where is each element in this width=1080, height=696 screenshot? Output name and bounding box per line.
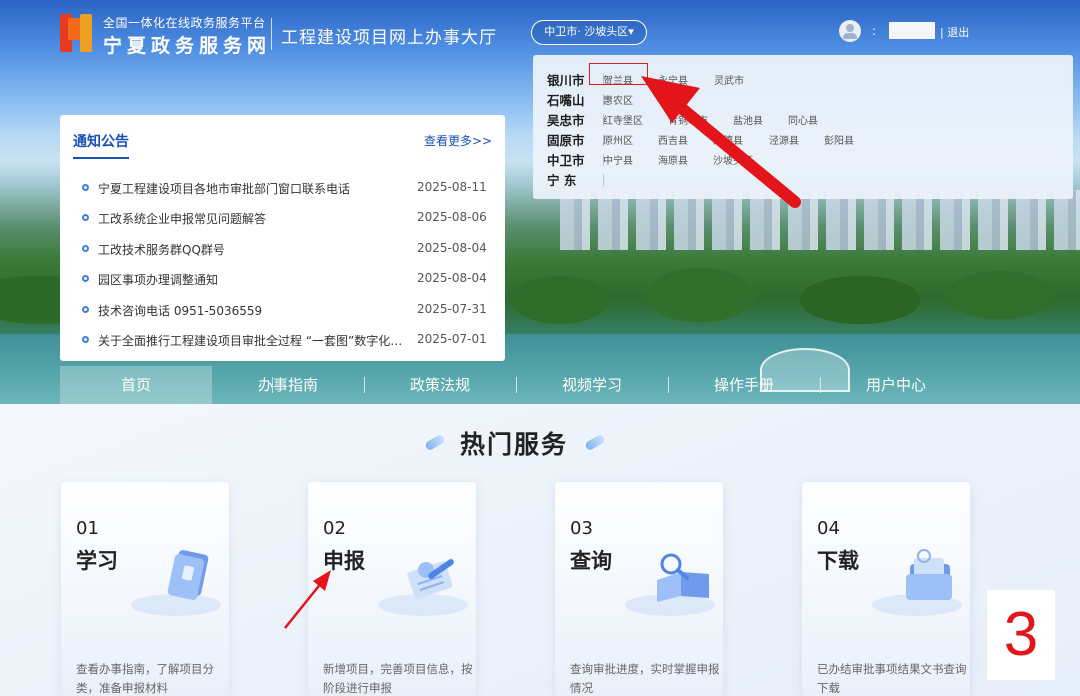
bullet-icon — [82, 275, 89, 282]
bullet-icon — [82, 336, 89, 343]
card-description: 查看办事指南，了解项目分类，准备申报材料 — [76, 662, 214, 695]
region-dropdown: 银川市 贺兰县 永宁县 灵武市 石嘴山 惠农区 平罗县 吴忠市 红寺堡区 青铜峡… — [533, 55, 1073, 199]
region-county[interactable]: 泾源县 — [769, 132, 799, 147]
folder-download-icon — [906, 549, 952, 600]
bullet-icon — [82, 214, 89, 221]
user-colon: : — [872, 24, 877, 38]
service-card-apply[interactable]: 02 申报 新增项目，完善项目信息，按阶段进行申报 — [308, 482, 476, 696]
region-county[interactable]: 灵武市 — [714, 72, 744, 87]
logo-title[interactable]: 宁夏政务服务网 — [103, 31, 271, 58]
service-card-download[interactable]: 04 下载 已办结审批事项结果文书查询下载 — [802, 482, 970, 696]
card-number: 02 — [323, 518, 346, 539]
region-divider — [603, 174, 604, 186]
nav-manual[interactable]: 操作手册 — [668, 366, 820, 404]
notice-item[interactable]: 园区事项办理调整通知 2025-08-04 — [82, 269, 492, 289]
notice-title: 通知公告 — [73, 134, 129, 150]
region-county[interactable]: 隆德县 — [713, 132, 743, 147]
notice-item-date: 2025-07-31 — [417, 302, 487, 316]
nav-video[interactable]: 视频学习 — [516, 366, 668, 404]
card-number: 01 — [76, 518, 99, 539]
notice-title-underline — [73, 157, 129, 159]
service-card-query[interactable]: 03 查询 查询审批进度，实时掌握申报情况 — [555, 482, 723, 696]
region-county[interactable]: 盐池县 — [733, 112, 763, 127]
region-county[interactable]: 彭阳县 — [824, 132, 854, 147]
nav-home[interactable]: 首页 — [60, 366, 212, 404]
card-title: 下载 — [817, 549, 859, 573]
region-county[interactable]: 中宁县 — [603, 152, 633, 167]
region-county[interactable]: 西吉县 — [658, 132, 688, 147]
main-nav: 首页 办事指南 政策法规 视频学习 操作手册 用户中心 — [60, 366, 1080, 404]
notice-item[interactable]: 宁夏工程建设项目各地市审批部门窗口联系电话 2025-08-11 — [82, 178, 492, 198]
card-description: 查询审批进度，实时掌握申报情况 — [570, 662, 720, 695]
region-county[interactable]: 原州区 — [603, 132, 633, 147]
nav-guide[interactable]: 办事指南 — [212, 366, 364, 404]
region-city[interactable]: 吴忠市 — [547, 110, 585, 129]
card-number: 03 — [570, 518, 593, 539]
notice-item-date: 2025-08-04 — [417, 241, 487, 255]
notice-item-date: 2025-08-04 — [417, 271, 487, 285]
notice-more-link[interactable]: 查看更多>> — [424, 132, 492, 149]
section-title: 热门服务 — [460, 430, 569, 459]
region-city[interactable]: 固原市 — [547, 130, 585, 149]
notice-item[interactable]: 工改系统企业申报常见问题解答 2025-08-06 — [82, 208, 492, 228]
service-card-learn[interactable]: 01 学习 查看办事指南，了解项目分类，准备申报材料 — [61, 482, 229, 696]
region-county[interactable]: 青铜峡市 — [668, 112, 708, 127]
notice-item-text[interactable]: 工改技术服务群QQ群号 — [98, 241, 408, 258]
notice-item-text[interactable]: 园区事项办理调整通知 — [98, 271, 408, 288]
region-county[interactable]: 平罗县 — [658, 92, 688, 107]
notice-item-text[interactable]: 技术咨询电话 0951-5036559 — [98, 302, 408, 319]
book-icon — [167, 550, 209, 600]
notice-item-text[interactable]: 宁夏工程建设项目各地市审批部门窗口联系电话 — [98, 180, 408, 197]
bullet-icon — [82, 184, 89, 191]
region-county[interactable]: 沙坡头区 — [713, 152, 753, 167]
notice-panel: 通知公告 查看更多>> 宁夏工程建设项目各地市审批部门窗口联系电话 2025-0… — [60, 115, 505, 361]
notice-item-text[interactable]: 工改系统企业申报常见问题解答 — [98, 210, 408, 227]
card-description: 新增项目，完善项目信息，按阶段进行申报 — [323, 662, 473, 695]
card-number: 04 — [817, 518, 840, 539]
card-title: 查询 — [570, 549, 612, 573]
notice-item-text[interactable]: 关于全面推行工程建设项目审批全过程 “一套图”数字化审查的通知 — [98, 332, 408, 349]
notice-item-date: 2025-08-11 — [417, 180, 487, 194]
region-city[interactable]: 银川市 — [547, 70, 585, 89]
card-title: 申报 — [323, 549, 365, 573]
region-county[interactable]: 永宁县 — [658, 72, 688, 87]
region-county[interactable]: 同心县 — [788, 112, 818, 127]
notice-item[interactable]: 技术咨询电话 0951-5036559 2025-07-31 — [82, 300, 492, 320]
region-city[interactable]: 中卫市 — [547, 150, 585, 169]
notice-item-date: 2025-07-01 — [417, 332, 487, 346]
magnifier-book-icon — [657, 553, 709, 602]
card-title: 学习 — [76, 549, 118, 573]
notice-item[interactable]: 关于全面推行工程建设项目审批全过程 “一套图”数字化审查的通知 2025-07-… — [82, 330, 492, 350]
ningxia-logo-icon[interactable] — [60, 14, 96, 52]
region-county[interactable]: 海原县 — [658, 152, 688, 167]
nav-user-center[interactable]: 用户中心 — [820, 366, 972, 404]
region-city[interactable]: 石嘴山 — [547, 90, 585, 109]
user-avatar-icon[interactable] — [839, 20, 861, 42]
card-description: 已办结审批事项结果文书查询下载 — [817, 662, 967, 695]
nav-policy[interactable]: 政策法规 — [364, 366, 516, 404]
step-number-badge: 3 — [987, 590, 1055, 680]
highlight-box-helan — [589, 63, 648, 85]
notice-item[interactable]: 工改技术服务群QQ群号 2025-08-04 — [82, 239, 492, 259]
region-city[interactable]: 宁 东 — [547, 170, 576, 189]
logo-subtitle: 全国一体化在线政务服务平台 — [103, 16, 266, 30]
portal-title: 工程建设项目网上办事大厅 — [281, 28, 497, 48]
logo-divider — [271, 18, 272, 50]
region-selector-button[interactable]: 中卫市· 沙坡头区▾ — [531, 20, 647, 45]
form-pen-icon — [407, 559, 454, 599]
notice-item-date: 2025-08-06 — [417, 210, 487, 224]
user-name-redacted[interactable] — [889, 22, 935, 39]
logout-link[interactable]: | 退出 — [940, 24, 969, 40]
region-county[interactable]: 惠农区 — [603, 92, 633, 107]
bullet-icon — [82, 245, 89, 252]
bullet-icon — [82, 306, 89, 313]
region-county[interactable]: 红寺堡区 — [603, 112, 643, 127]
